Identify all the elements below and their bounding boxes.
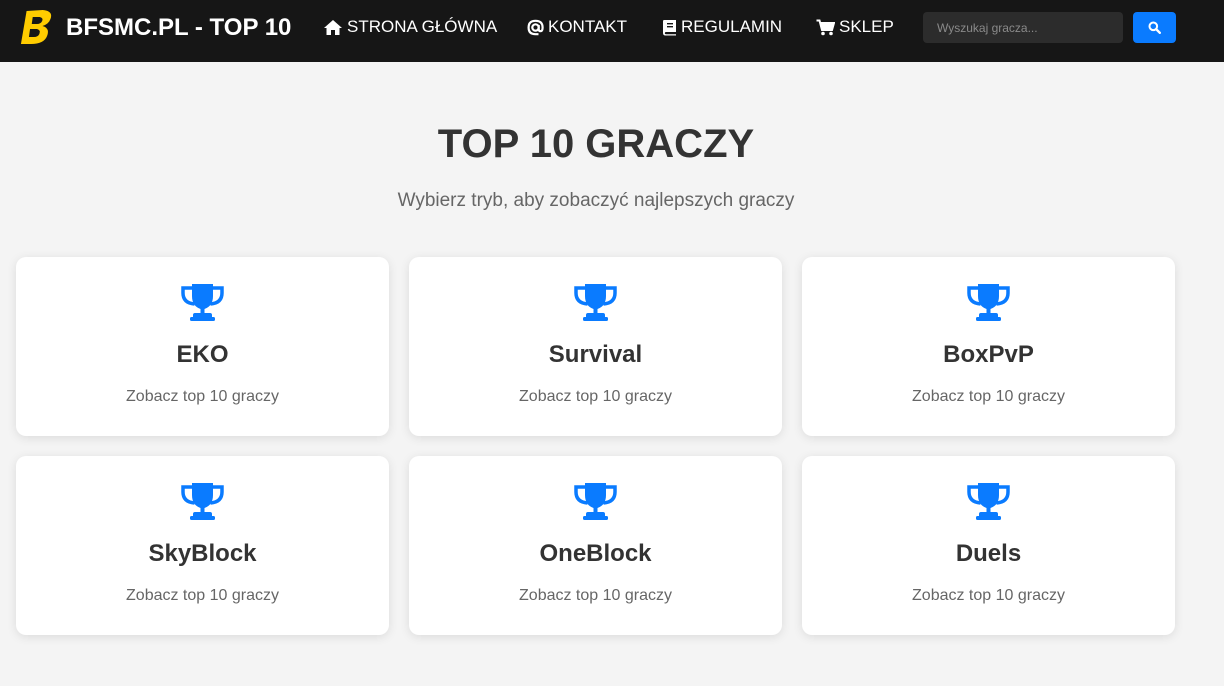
nav-label: SKLEP bbox=[839, 17, 894, 36]
mode-card-boxpvp[interactable]: BoxPvP Zobacz top 10 graczy bbox=[802, 257, 1175, 436]
page-subtitle: Wybierz tryb, aby zobaczyć najlepszych g… bbox=[397, 190, 795, 211]
navbar: BFSMC.PL - TOP 10 STRONA GŁÓWNA KONTAKT … bbox=[0, 0, 1224, 62]
card-title: Survival bbox=[548, 341, 643, 368]
nav-label: REGULAMIN bbox=[681, 17, 783, 36]
card-description: Zobacz top 10 graczy bbox=[126, 388, 279, 405]
cart-icon bbox=[816, 19, 835, 35]
brand-title[interactable]: BFSMC.PL - TOP 10 bbox=[66, 14, 291, 42]
book-icon bbox=[663, 19, 676, 35]
card-title: Duels bbox=[955, 540, 1022, 567]
mode-cards-grid: EKO Zobacz top 10 graczy Survival Zobacz… bbox=[16, 257, 1176, 635]
mode-card-duels[interactable]: Duels Zobacz top 10 graczy bbox=[802, 456, 1175, 635]
trophy-icon bbox=[967, 483, 1010, 520]
card-title: OneBlock bbox=[539, 540, 652, 567]
search-button[interactable] bbox=[1133, 12, 1176, 43]
at-icon bbox=[527, 19, 544, 35]
search-icon bbox=[1148, 21, 1161, 34]
mode-card-survival[interactable]: Survival Zobacz top 10 graczy bbox=[409, 257, 782, 436]
card-description: Zobacz top 10 graczy bbox=[519, 388, 672, 405]
trophy-icon bbox=[181, 284, 224, 321]
nav-label: KONTAKT bbox=[548, 17, 628, 36]
nav-item-contact[interactable]: KONTAKT bbox=[527, 17, 627, 37]
card-title: BoxPvP bbox=[943, 341, 1034, 368]
trophy-icon bbox=[574, 483, 617, 520]
trophy-icon bbox=[181, 483, 224, 520]
bfsmc-logo-icon[interactable] bbox=[18, 8, 52, 46]
card-title: EKO bbox=[176, 341, 229, 368]
card-description: Zobacz top 10 graczy bbox=[519, 587, 672, 604]
card-description: Zobacz top 10 graczy bbox=[912, 388, 1065, 405]
home-icon bbox=[324, 19, 342, 35]
nav-item-shop[interactable]: SKLEP bbox=[816, 17, 894, 37]
card-description: Zobacz top 10 graczy bbox=[126, 587, 279, 604]
nav-item-home[interactable]: STRONA GŁÓWNA bbox=[323, 17, 497, 37]
card-description: Zobacz top 10 graczy bbox=[912, 587, 1065, 604]
trophy-icon bbox=[967, 284, 1010, 321]
page-title: TOP 10 GRACZY bbox=[437, 122, 755, 166]
mode-card-skyblock[interactable]: SkyBlock Zobacz top 10 graczy bbox=[16, 456, 389, 635]
mode-card-eko[interactable]: EKO Zobacz top 10 graczy bbox=[16, 257, 389, 436]
card-title: SkyBlock bbox=[148, 540, 257, 567]
trophy-icon bbox=[574, 284, 617, 321]
nav-label: STRONA GŁÓWNA bbox=[347, 17, 498, 36]
nav-item-rules[interactable]: REGULAMIN bbox=[662, 17, 782, 37]
search-input[interactable] bbox=[923, 12, 1123, 43]
mode-card-oneblock[interactable]: OneBlock Zobacz top 10 graczy bbox=[409, 456, 782, 635]
